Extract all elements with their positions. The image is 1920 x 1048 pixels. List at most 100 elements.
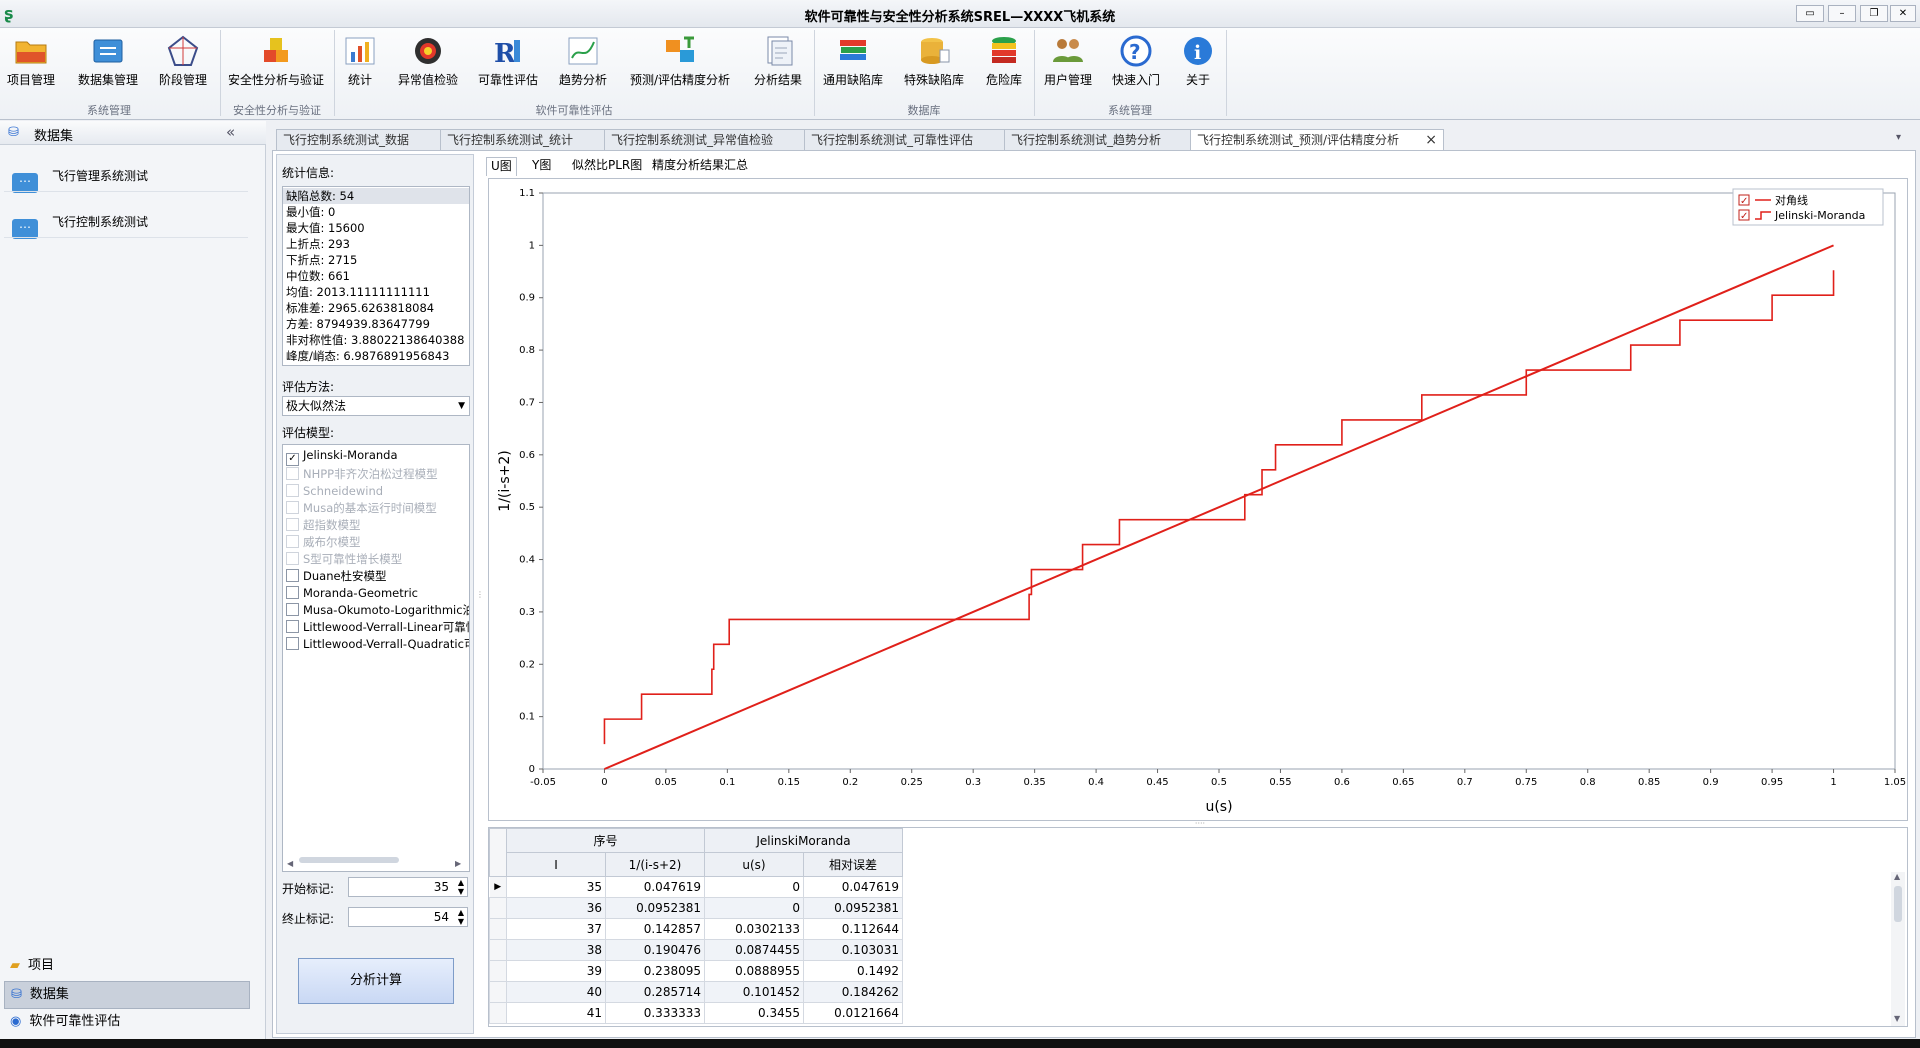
statistics-button[interactable]: 统计 <box>338 32 382 94</box>
model-item[interactable]: Moranda-Geometric <box>283 585 469 602</box>
table-cell[interactable]: 0.1492 <box>803 960 903 982</box>
table-cell[interactable]: 0.047619 <box>803 876 903 898</box>
quick-start-button[interactable]: ? 快速入门 <box>1106 32 1166 94</box>
table-cell[interactable]: 0.184262 <box>803 981 903 1003</box>
model-item[interactable]: Littlewood-Verrall-Quadratic可靠 <box>283 636 469 653</box>
table-cell[interactable]: 0.0952381 <box>803 897 903 919</box>
table-cell[interactable]: 0.190476 <box>605 939 705 961</box>
row-selector-icon[interactable]: ▶ <box>489 876 507 898</box>
table-cell[interactable]: 41 <box>506 1002 606 1024</box>
nav-bottom-project[interactable]: ▰ 项目 <box>4 953 248 979</box>
end-mark-spinner[interactable]: 54 ▲ ▼ <box>348 907 468 927</box>
table-cell[interactable]: 0.0952381 <box>605 897 705 919</box>
plot-area <box>542 192 1896 770</box>
danger-db-button[interactable]: 危险库 <box>980 32 1028 94</box>
result-icon <box>767 36 793 66</box>
outlier-check-button[interactable]: 异常值检验 <box>394 32 462 94</box>
scrollbar-thumb[interactable] <box>299 857 399 863</box>
close-window-button[interactable]: ✕ <box>1890 5 1916 22</box>
trend-analysis-button[interactable]: 趋势分析 <box>554 32 612 94</box>
subtab-precision-summary[interactable]: 精度分析结果汇总 <box>648 157 752 175</box>
table-cell[interactable]: 0.101452 <box>704 981 804 1003</box>
table-cell[interactable]: 0.238095 <box>605 960 705 982</box>
table-cell[interactable]: 37 <box>506 918 606 940</box>
spin-arrows-icon[interactable]: ▲ ▼ <box>458 908 464 926</box>
user-management-button[interactable]: 用户管理 <box>1038 32 1098 94</box>
table-cell[interactable]: 0.285714 <box>605 981 705 1003</box>
model-item[interactable]: Littlewood-Verrall-Linear可靠性 <box>283 619 469 636</box>
checkbox[interactable] <box>286 569 299 582</box>
table-cell[interactable]: 0.333333 <box>605 1002 705 1024</box>
table-cell[interactable]: 0.047619 <box>605 876 705 898</box>
model-item[interactable]: Duane杜安模型 <box>283 568 469 585</box>
precision-analysis-button[interactable]: 预测/评估精度分析 <box>624 32 736 94</box>
stage-management-button[interactable]: 阶段管理 <box>154 32 212 94</box>
compute-button[interactable]: 分析计算 <box>298 958 454 1004</box>
restore-ribbon-button[interactable]: ▭ <box>1796 5 1824 22</box>
table-cell[interactable]: 40 <box>506 981 606 1003</box>
subtab-y-plot[interactable]: Y图 <box>528 157 555 175</box>
scroll-right-icon[interactable]: ▶ <box>455 855 461 871</box>
table-cell[interactable]: 0.142857 <box>605 918 705 940</box>
nav-bottom-dataset[interactable]: ⛁ 数据集 <box>4 981 250 1009</box>
model-item[interactable]: ✓ Jelinski-Moranda <box>283 447 469 466</box>
checkbox[interactable] <box>286 603 299 616</box>
nav-bottom-reliability[interactable]: ◉ 软件可靠性评估 <box>4 1009 248 1035</box>
table-cell[interactable]: 0.0888955 <box>704 960 804 982</box>
reliability-assessment-button[interactable]: R 可靠性评估 <box>474 32 542 94</box>
y-tick-label: 0.5 <box>519 502 535 513</box>
column-header[interactable]: I <box>506 852 606 877</box>
safety-analysis-button[interactable]: 安全性分析与验证 <box>224 32 328 94</box>
table-cell[interactable]: 35 <box>506 876 606 898</box>
tab-list-dropdown-icon[interactable]: ▾ <box>1896 132 1901 143</box>
scroll-down-icon[interactable]: ▼ <box>1894 1014 1900 1023</box>
table-cell[interactable]: 39 <box>506 960 606 982</box>
table-cell[interactable]: 0.0302133 <box>704 918 804 940</box>
scroll-left-icon[interactable]: ◀ <box>287 855 293 871</box>
table-cell[interactable]: 0.103031 <box>803 939 903 961</box>
start-mark-spinner[interactable]: 35 ▲ ▼ <box>348 877 468 897</box>
dataset-management-button[interactable]: 数据集管理 <box>74 32 142 94</box>
minimize-button[interactable]: – <box>1828 5 1856 22</box>
collapse-nav-button[interactable]: « <box>226 123 235 141</box>
table-cell[interactable]: 0.112644 <box>803 918 903 940</box>
horizontal-scrollbar[interactable]: ◀ ▶ <box>287 855 463 868</box>
nav-item-flight-management[interactable]: ⋯ 飞行管理系统测试 <box>6 161 256 193</box>
nav-item-flight-control[interactable]: ⋯ 飞行控制系统测试 <box>6 207 256 239</box>
model-item[interactable]: Musa-Okumoto-Logarithmic泊松 <box>283 602 469 619</box>
models-checklist[interactable]: ✓ Jelinski-Moranda NHPP非齐次泊松过程模型 Schneide… <box>282 444 470 872</box>
special-defect-db-button[interactable]: 特殊缺陷库 <box>898 32 970 94</box>
analysis-result-button[interactable]: 分析结果 <box>748 32 808 94</box>
table-cell[interactable]: 0.0121664 <box>803 1002 903 1024</box>
table-cell[interactable]: 38 <box>506 939 606 961</box>
scroll-up-icon[interactable]: ▲ <box>1894 872 1900 881</box>
table-cell[interactable]: 0.0874455 <box>704 939 804 961</box>
table-cell[interactable]: 0.3455 <box>704 1002 804 1024</box>
table-cell[interactable]: 0 <box>704 897 804 919</box>
y-tick-label: 0.7 <box>519 397 535 408</box>
table-cell[interactable]: 0 <box>704 876 804 898</box>
x-tick-label: 0.8 <box>1580 777 1596 788</box>
maximize-button[interactable]: ❐ <box>1860 5 1888 22</box>
subtab-u-plot[interactable]: U图 <box>486 157 517 176</box>
column-header[interactable]: u(s) <box>704 852 804 877</box>
column-header[interactable]: 相对误差 <box>803 852 903 877</box>
project-management-button[interactable]: 项目管理 <box>2 32 60 94</box>
table-cell[interactable]: 36 <box>506 897 606 919</box>
column-header[interactable]: 1/(i-s+2) <box>605 852 705 877</box>
splitter-handle[interactable]: ⋮ <box>476 590 484 599</box>
checkbox[interactable] <box>286 586 299 599</box>
checkbox[interactable] <box>286 620 299 633</box>
vertical-scrollbar[interactable]: ▲ ▼ <box>1891 872 1905 1026</box>
checkbox-checked[interactable]: ✓ <box>286 453 299 466</box>
subtab-plr-plot[interactable]: 似然比PLR图 <box>568 157 646 175</box>
general-defect-db-button[interactable]: 通用缺陷库 <box>818 32 888 94</box>
model-item: Schneidewind <box>283 483 469 500</box>
stats-listbox[interactable]: 缺陷总数: 54 最小值: 0 最大值: 15600 上折点: 293 下折点:… <box>282 186 470 366</box>
spin-arrows-icon[interactable]: ▲ ▼ <box>458 878 464 896</box>
method-select[interactable]: 极大似然法 ▼ <box>282 396 470 416</box>
scrollbar-thumb[interactable] <box>1894 886 1902 922</box>
about-button[interactable]: i 关于 <box>1176 32 1220 94</box>
close-tab-icon[interactable]: × <box>1425 130 1437 151</box>
checkbox[interactable] <box>286 637 299 650</box>
